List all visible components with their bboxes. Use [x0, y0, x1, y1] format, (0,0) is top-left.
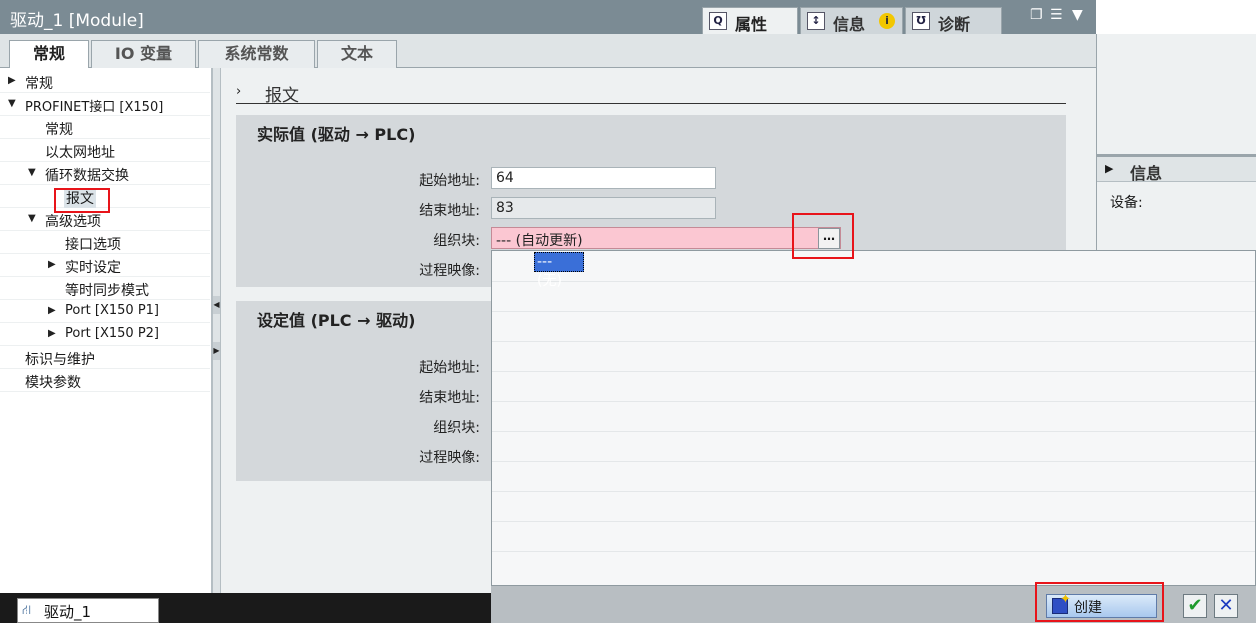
tab-diagnostics[interactable]: ℧ 诊断: [905, 7, 1002, 34]
navigation-tree: ▶ 常规 ▼ PROFINET接口 [X150] 常规 以太网地址 ▼ 循环数据交换 …: [0, 68, 212, 593]
chevron-right-icon[interactable]: ▶: [48, 259, 56, 270]
tab-texts[interactable]: 文本: [317, 40, 397, 68]
nav-item-general[interactable]: ▶ 常规: [0, 70, 210, 93]
nav-item-identification[interactable]: 标识与维护: [0, 346, 210, 369]
nav-item-isochronous[interactable]: 等时同步模式: [0, 277, 210, 300]
taskbar-item-drive[interactable]: ⛙ 驱动_1: [17, 598, 159, 623]
ob-select[interactable]: --- (自动更新): [491, 227, 841, 249]
nav-item-cyclic-data[interactable]: ▼ 循环数据交换: [0, 162, 210, 185]
window-title: 驱动_1 [Module]: [10, 11, 144, 31]
chevron-down-icon[interactable]: ▼: [8, 98, 16, 109]
end-address-label: 结束地址:: [419, 203, 480, 219]
properties-icon: Q: [709, 12, 727, 30]
highlight-telegram: [54, 188, 110, 213]
tab-properties[interactable]: Q 属性: [702, 7, 798, 34]
start-address-input[interactable]: [491, 167, 716, 189]
sp-process-image-label: 过程映像:: [419, 450, 480, 466]
window-controls[interactable]: ❐ ☰ ▼: [1026, 7, 1094, 27]
start-address-label: 起始地址:: [419, 173, 480, 189]
expand-right-icon[interactable]: ▶: [213, 342, 220, 360]
nav-item-port-p1[interactable]: ▶ Port [X150 P1]: [0, 300, 210, 323]
info-tab-icon: ↕: [807, 12, 825, 30]
info-badge-icon: i: [879, 13, 895, 29]
restore-icon[interactable]: ❐: [1030, 7, 1043, 23]
cancel-x-icon[interactable]: ✕: [1214, 594, 1238, 618]
device-label: 设备:: [1110, 195, 1143, 211]
nav-item-ethernet-address[interactable]: 以太网地址: [0, 139, 210, 162]
highlight-create: [1035, 582, 1164, 622]
chevron-down-icon[interactable]: ▼: [1072, 7, 1083, 23]
info-panel: ▶ 信息 设备:: [1096, 34, 1256, 250]
tab-info[interactable]: ↕ 信息 i: [800, 7, 903, 34]
end-address-input[interactable]: [491, 197, 716, 219]
chevron-down-icon[interactable]: ▼: [28, 213, 36, 224]
ob-label: 组织块:: [433, 233, 480, 249]
nav-item-pn-general[interactable]: 常规: [0, 116, 210, 139]
nav-item-realtime[interactable]: ▶ 实时设定: [0, 254, 210, 277]
nav-item-profinet[interactable]: ▼ PROFINET接口 [X150]: [0, 93, 210, 116]
info-panel-header[interactable]: ▶ 信息: [1097, 154, 1256, 183]
chevron-right-icon[interactable]: ▶: [1105, 162, 1113, 175]
sp-end-address-label: 结束地址:: [419, 390, 480, 406]
chevron-right-icon[interactable]: ▶: [8, 75, 16, 86]
chevron-right-icon[interactable]: ›: [236, 84, 241, 99]
highlight-browse: [792, 213, 854, 259]
section-title: 报文: [265, 86, 299, 106]
tab-system-constants[interactable]: 系统常数: [198, 40, 315, 68]
setpoint-title: 设定值 (PLC → 驱动): [257, 311, 416, 330]
sp-ob-label: 组织块:: [433, 420, 480, 436]
ob-dropdown-list[interactable]: [491, 250, 1256, 586]
diagnostics-icon: ℧: [912, 12, 930, 30]
chevron-right-icon[interactable]: ▶: [48, 305, 56, 316]
nav-item-module-parameters[interactable]: 模块参数: [0, 369, 210, 392]
section-header[interactable]: › 报文: [236, 80, 1066, 106]
dropdown-option-none[interactable]: --- (无): [534, 252, 584, 289]
network-device-icon: ⛙: [22, 603, 32, 618]
collapse-left-icon[interactable]: ◀: [213, 296, 220, 314]
actual-value-title: 实际值 (驱动 → PLC): [257, 125, 416, 144]
chevron-right-icon[interactable]: ▶: [48, 328, 56, 339]
sp-start-address-label: 起始地址:: [419, 360, 480, 376]
chevron-down-icon[interactable]: ▼: [28, 167, 36, 178]
nav-item-interface-options[interactable]: 接口选项: [0, 231, 210, 254]
splitter[interactable]: ◀ ▶: [212, 68, 221, 593]
tab-io-tags[interactable]: IO 变量: [91, 40, 196, 68]
list-icon[interactable]: ☰: [1050, 7, 1063, 23]
process-image-label: 过程映像:: [419, 263, 480, 279]
nav-item-port-p2[interactable]: ▶ Port [X150 P2]: [0, 323, 210, 346]
confirm-check-icon[interactable]: ✔: [1183, 594, 1207, 618]
tab-general[interactable]: 常规: [9, 40, 89, 69]
